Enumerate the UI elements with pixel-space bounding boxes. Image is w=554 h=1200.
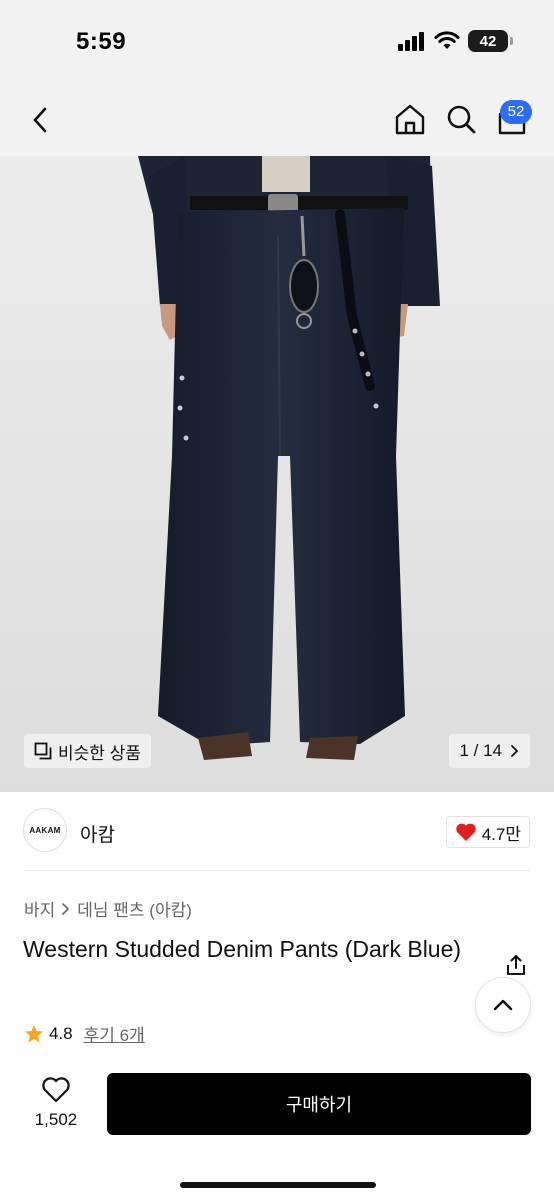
breadcrumb-category[interactable]: 바지: [24, 896, 55, 921]
image-pager-count: 1 / 14: [459, 741, 502, 760]
chevron-up-icon: [493, 999, 513, 1011]
image-pager[interactable]: 1 / 14: [449, 734, 530, 768]
bottom-bar: 1,502 구매하기: [0, 1060, 554, 1200]
brand-logo-text: AAKAM: [29, 825, 61, 835]
brand-name[interactable]: 아캄: [80, 820, 115, 847]
chevron-right-icon: [62, 902, 70, 915]
brand-row: AAKAM 아캄 4.7만: [0, 792, 554, 870]
buy-button[interactable]: 구매하기: [107, 1073, 531, 1135]
reviews-link[interactable]: 후기 6개: [84, 1021, 145, 1046]
wishlist-count: 1,502: [34, 1110, 78, 1129]
home-indicator: [180, 1182, 376, 1188]
product-title: Western Studded Denim Pants (Dark Blue): [23, 936, 462, 962]
back-icon[interactable]: [26, 104, 54, 136]
heart-outline-icon: [42, 1077, 70, 1103]
status-bar: 5:59 42: [0, 0, 554, 84]
signal-icon: [398, 32, 424, 51]
cart-count-badge: 52: [500, 100, 532, 124]
brand-like-button[interactable]: 4.7만: [445, 816, 530, 848]
rating-value: 4.8: [49, 1023, 73, 1043]
similar-products-label: 비슷한 상품: [58, 743, 141, 763]
home-icon[interactable]: [394, 102, 426, 136]
wifi-icon: [434, 31, 460, 49]
search-icon[interactable]: [445, 102, 477, 136]
battery-level: 42: [479, 32, 497, 50]
status-time: 5:59: [76, 28, 127, 55]
product-image[interactable]: [0, 156, 554, 792]
breadcrumb: 바지 데님 팬츠 (아캄): [24, 896, 192, 921]
wishlist-button[interactable]: 1,502: [26, 1076, 86, 1136]
scroll-to-top-button[interactable]: [475, 977, 531, 1033]
rating-row: 4.8 후기 6개: [24, 1021, 145, 1046]
top-nav: [0, 84, 554, 156]
similar-products-icon: [34, 742, 52, 760]
battery-icon: 42: [468, 30, 513, 52]
product-photo: [138, 156, 440, 760]
similar-products-button[interactable]: 비슷한 상품: [24, 734, 151, 768]
breadcrumb-subcategory[interactable]: 데님 팬츠 (아캄): [77, 896, 192, 921]
chevron-right-icon: [511, 745, 519, 757]
share-icon[interactable]: [504, 953, 528, 977]
brand-logo[interactable]: AAKAM: [23, 808, 67, 852]
heart-filled-icon: [455, 823, 476, 841]
status-icons: 42: [398, 30, 513, 52]
brand-like-count: 4.7만: [481, 824, 521, 844]
divider: [24, 870, 530, 871]
star-icon: [25, 1024, 43, 1042]
